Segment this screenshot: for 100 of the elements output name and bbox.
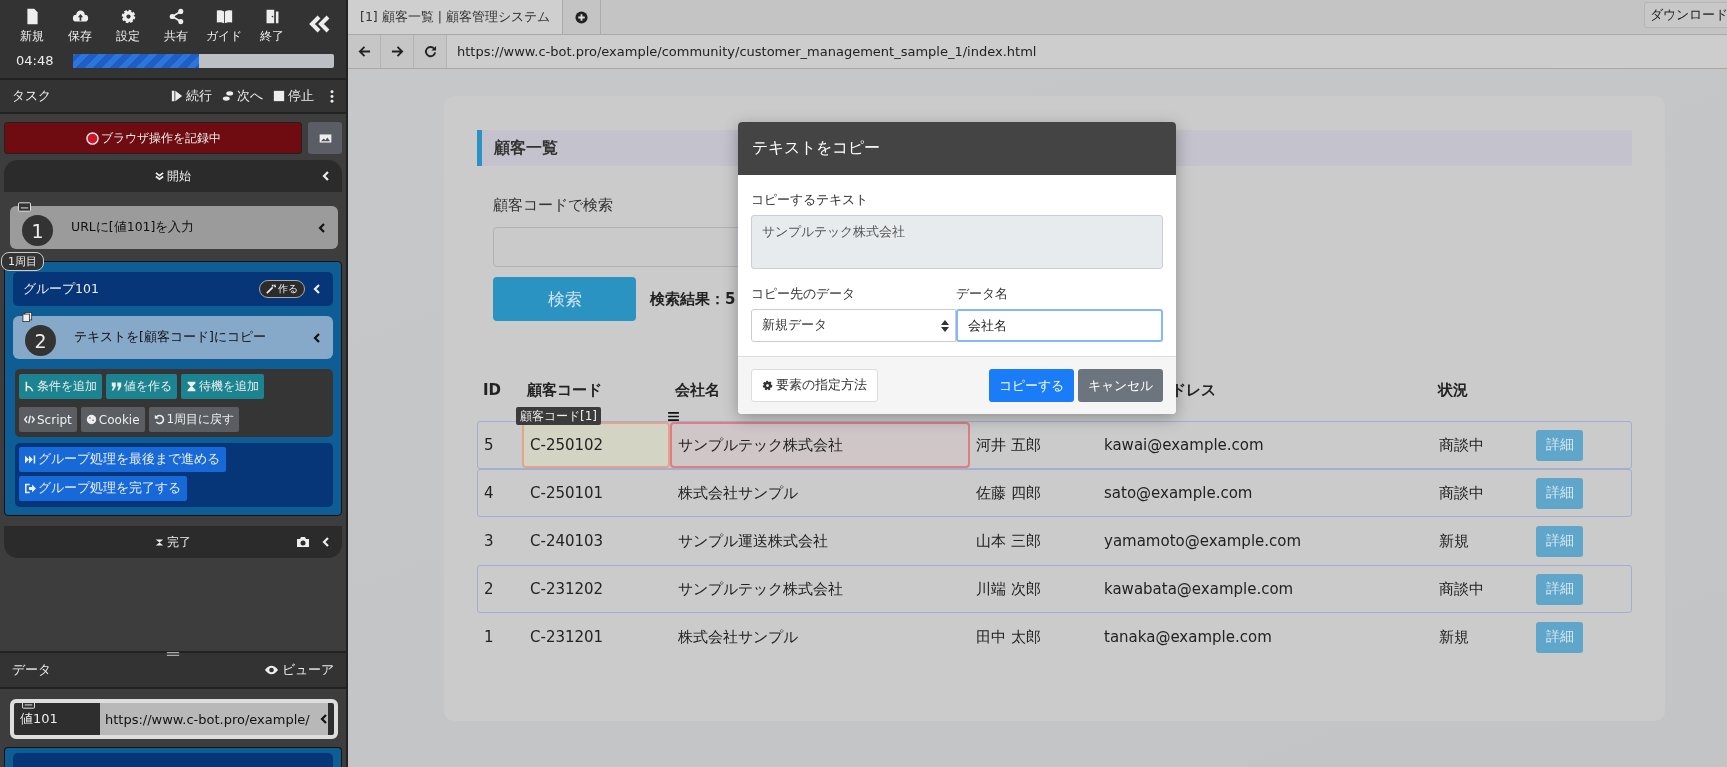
quote-icon [111, 381, 122, 392]
exit-icon [25, 483, 36, 494]
toolbar-button[interactable]: 保存 [58, 6, 102, 45]
table-cell-text: 山本 三郎 [975, 530, 1042, 552]
group-header[interactable]: グループ101 作る [13, 272, 333, 306]
action-button[interactable]: Cookie [80, 407, 145, 432]
table-cell-text: 3 [483, 531, 495, 552]
table-cell-text: yamamoto@example.com [1103, 531, 1303, 552]
copy-text-field[interactable]: サンプルテック株式会社 [751, 215, 1163, 269]
chevron-left-icon[interactable] [320, 713, 328, 725]
table-cell-text: kawai@example.com [1103, 435, 1265, 456]
browser-tab[interactable]: [1] 顧客一覧 | 顧客管理システム [348, 0, 563, 34]
chevron-left-icon[interactable] [313, 331, 321, 344]
search-label: 顧客コードで検索 [493, 196, 613, 215]
back-button[interactable] [348, 35, 381, 68]
table-cell-text: 川端 次郎 [975, 578, 1042, 600]
toolbar-button[interactable]: 終了 [250, 6, 294, 45]
start-label: 開始 [167, 167, 191, 185]
field-label: コピーするテキスト [751, 191, 869, 209]
make-button[interactable]: 作る [259, 280, 305, 298]
stop-icon [273, 90, 285, 102]
table-cell: C-250102 [522, 422, 670, 468]
wand-icon [266, 284, 276, 294]
step-text: テキストを[顧客コード]にコピー [74, 329, 267, 346]
action-button[interactable]: Script [19, 407, 77, 432]
task-action-button[interactable]: 停止 [273, 87, 314, 105]
chevron-left-icon[interactable] [318, 221, 326, 234]
column-header: 顧客コード [527, 380, 602, 399]
settings-icon [119, 8, 137, 25]
toolbar-button[interactable]: 共有 [154, 6, 198, 45]
method-button[interactable]: 要素の指定方法 [751, 369, 878, 402]
table-cell-text: 4 [483, 483, 495, 504]
code-icon [24, 414, 35, 425]
table-cell-text: C-250101 [529, 483, 605, 504]
field-label: コピー先のデータ [751, 285, 856, 303]
table-cell-text: 河井 五郎 [975, 434, 1042, 456]
step-text: URLに[値101]を入力 [71, 219, 196, 236]
done-bar[interactable]: 完了 [4, 526, 342, 558]
cancel-button[interactable]: キャンセル [1078, 369, 1163, 402]
task-action-button[interactable]: 次へ [222, 87, 263, 105]
action-button[interactable]: 待機を追加 [181, 374, 264, 399]
table-cell-text: 5 [483, 435, 495, 456]
viewer-button[interactable]: ビューア [264, 661, 334, 679]
cloud-upload-icon [71, 8, 89, 25]
column-header: ドレス [1171, 380, 1216, 399]
table-cell-text: 1 [483, 627, 495, 648]
data-title: データ [12, 661, 51, 679]
column-header: ID [483, 381, 502, 399]
footsteps-icon [222, 90, 234, 102]
image-button[interactable] [308, 122, 342, 154]
table-cell-text: 商談中 [1438, 578, 1485, 600]
reload-icon [423, 45, 437, 58]
plus-icon [574, 10, 588, 24]
start-bar[interactable]: 開始 [4, 160, 342, 192]
done-label: 完了 [167, 533, 191, 551]
keyboard-icon [18, 202, 31, 212]
recording-button[interactable]: ブラウザ操作を記録中 [4, 122, 302, 154]
chevron-down-icon [155, 171, 164, 181]
action-button[interactable]: 値を作る [106, 374, 177, 399]
image-icon [318, 133, 332, 143]
task-action-button[interactable]: 続行 [171, 87, 212, 105]
target-select[interactable]: 新規データ [751, 309, 956, 342]
table-cell-text: サンプル運送株式会社 [677, 530, 829, 552]
forward-button[interactable] [381, 35, 414, 68]
table-cell-text: kawabata@example.com [1103, 579, 1295, 600]
table-cell-text: C-231201 [529, 627, 605, 648]
more-icon[interactable] [330, 89, 334, 103]
group-title: グループ101 [23, 280, 100, 298]
table-cell-text: 佐藤 四郎 [975, 482, 1042, 504]
play-icon [171, 90, 183, 102]
action-button[interactable]: 条件を追加 [19, 374, 102, 399]
step-number: 2 [25, 325, 56, 356]
hourglass-icon [186, 381, 197, 392]
result-count: 検索結果：5 [650, 289, 736, 309]
action-button[interactable]: 1周目に戻す [148, 407, 240, 432]
arrow-left-icon [357, 45, 371, 58]
download-button[interactable]: ダウンロード [1644, 2, 1727, 28]
table-cell-text: 商談中 [1438, 482, 1485, 504]
book-icon [215, 8, 233, 25]
table-cell-text: sato@example.com [1103, 483, 1254, 504]
table-cell-text: 新規 [1438, 530, 1470, 552]
menu-icon[interactable] [668, 412, 679, 421]
data-row[interactable]: 値101 https://www.c-bot.pro/example/ [10, 699, 338, 739]
group-action-button[interactable]: グループ処理を最後まで進める [19, 447, 226, 472]
table-cell-text: サンプルテック株式会社 [677, 578, 844, 600]
data-name-field[interactable]: 会社名 [956, 309, 1163, 342]
resize-handle-icon[interactable] [166, 651, 180, 657]
collapse-icon[interactable] [308, 14, 332, 34]
group-action-button[interactable]: グループ処理を完了する [19, 476, 187, 501]
data-name: 値101 [19, 710, 59, 728]
toolbar-button[interactable]: 新規 [10, 6, 54, 45]
share-icon [167, 8, 185, 25]
toolbar-button[interactable]: 設定 [106, 6, 150, 45]
toolbar-button[interactable]: ガイド [202, 6, 246, 45]
camera-icon[interactable] [296, 536, 310, 548]
column-header: 会社名 [675, 380, 720, 399]
sort-icon [941, 319, 949, 332]
chevron-down-icon [155, 537, 164, 547]
reload-button[interactable] [414, 35, 447, 68]
copy-button[interactable]: コピーする [989, 369, 1074, 402]
